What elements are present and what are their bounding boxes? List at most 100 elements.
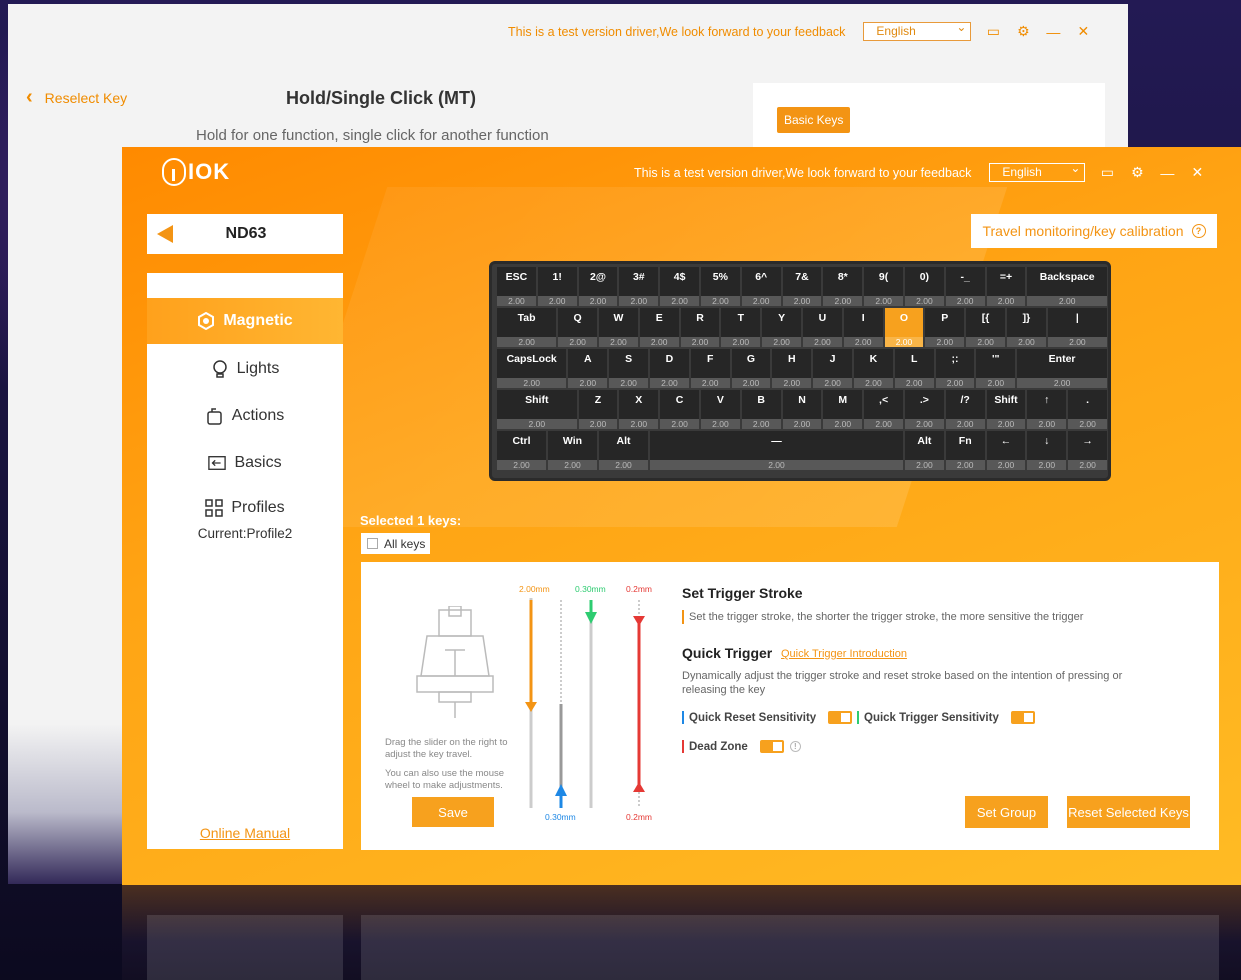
key-1-2[interactable]: W 2.00 <box>599 308 638 347</box>
basic-keys-button[interactable]: Basic Keys <box>777 107 851 133</box>
blue-slider-handle[interactable] <box>555 784 567 796</box>
key-0-1[interactable]: 1! 2.00 <box>537 267 577 306</box>
sidebar-item-basics[interactable]: Basics <box>147 440 343 486</box>
key-0-9[interactable]: 9(2.00 <box>864 267 903 306</box>
quick-reset-toggle[interactable] <box>828 711 853 724</box>
sidebar-item-profiles[interactable]: Profiles <box>147 485 343 531</box>
key-2-1[interactable]: A 2.00 <box>568 349 608 388</box>
key-1-11[interactable]: [{2.00 <box>966 308 1005 347</box>
key-3-11[interactable]: Shift 2.00 <box>986 390 1026 429</box>
key-0-11[interactable]: -_ 2.00 <box>945 267 985 306</box>
dead-zone-toggle[interactable] <box>759 740 784 753</box>
save-button[interactable]: Save <box>412 797 494 827</box>
key-2-6[interactable]: H 2.00 <box>772 349 812 388</box>
key-1-3[interactable]: E 2.00 <box>639 308 679 347</box>
key-1-4[interactable]: R 2.00 <box>680 308 720 347</box>
key-2-5[interactable]: G 2.00 <box>731 349 771 388</box>
key-4-1[interactable]: Win 2.00 <box>548 431 597 470</box>
key-1-6[interactable]: Y 2.00 <box>762 308 801 347</box>
key-2-7[interactable]: J 2.00 <box>813 349 852 388</box>
key-0-4[interactable]: 4$ 2.00 <box>660 267 699 306</box>
reselect-key-button[interactable]: ‹ Reselect Key <box>26 86 127 109</box>
green-slider-handle[interactable] <box>585 612 597 624</box>
sidebar-item-magnetic[interactable]: Magnetic <box>147 298 343 344</box>
close-icon[interactable]: ✕ <box>1075 23 1091 40</box>
key-3-5[interactable]: B 2.00 <box>741 390 781 429</box>
minimize-icon[interactable]: — <box>1045 24 1061 40</box>
key-4-8[interactable]: → 2.00 <box>1068 431 1107 470</box>
quick-trigger-intro-link[interactable]: Quick Trigger Introduction <box>781 648 907 660</box>
settings-icon[interactable]: ⚙ <box>1015 23 1031 40</box>
quick-trigger-toggle[interactable] <box>1010 711 1035 724</box>
travel-calibration-button[interactable]: Travel monitoring/key calibration ? <box>971 214 1217 248</box>
key-0-13[interactable]: Backspace 2.00 <box>1027 267 1107 306</box>
key-3-8[interactable]: ,< 2.00 <box>864 390 903 429</box>
key-0-5[interactable]: 5% 2.00 <box>701 267 740 306</box>
travel-sliders[interactable] <box>511 594 651 812</box>
close-icon[interactable]: ✕ <box>1189 164 1205 181</box>
settings-icon[interactable]: ⚙ <box>1129 164 1145 181</box>
sidebar-item-actions[interactable]: Actions <box>147 393 343 439</box>
key-3-0[interactable]: Shift 2.00 <box>497 390 577 429</box>
key-1-5[interactable]: T 2.00 <box>721 308 761 347</box>
back-language-select[interactable]: English <box>863 20 972 41</box>
device-selector[interactable]: ND63 <box>147 214 343 254</box>
key-4-2[interactable]: Alt 2.00 <box>599 431 648 470</box>
key-1-13[interactable]: | 2.00 <box>1047 308 1107 347</box>
key-2-4[interactable]: F 2.00 <box>690 349 730 388</box>
key-2-11[interactable]: '" 2.00 <box>976 349 1016 388</box>
key-0-3[interactable]: 3# 2.00 <box>619 267 659 306</box>
key-0-7[interactable]: 7& 2.00 <box>782 267 822 306</box>
key-3-12[interactable]: ↑ 2.00 <box>1027 390 1067 429</box>
red-slider-bottom-handle[interactable] <box>633 782 645 792</box>
sidebar-item-lights[interactable]: Lights <box>147 346 343 392</box>
key-1-1[interactable]: Q 2.00 <box>558 308 597 347</box>
key-2-0[interactable]: CapsLock 2.00 <box>497 349 567 388</box>
all-keys-checkbox[interactable]: All keys <box>361 533 430 554</box>
key-0-12[interactable]: =+ 2.00 <box>986 267 1026 306</box>
key-2-10[interactable]: ;: 2.00 <box>935 349 975 388</box>
key-1-9[interactable]: O 2.00 <box>884 308 924 347</box>
set-group-button[interactable]: Set Group <box>965 796 1048 828</box>
key-3-7[interactable]: M 2.00 <box>823 390 863 429</box>
key-2-9[interactable]: L 2.00 <box>894 349 934 388</box>
main-language-select[interactable]: English <box>989 161 1086 182</box>
key-0-8[interactable]: 8* 2.00 <box>823 267 863 306</box>
key-1-7[interactable]: U 2.00 <box>803 308 842 347</box>
feedback-icon[interactable]: ▭ <box>1099 164 1115 181</box>
key-3-3[interactable]: C 2.00 <box>660 390 699 429</box>
reset-selected-keys-button[interactable]: Reset Selected Keys <box>1067 796 1190 828</box>
key-3-13[interactable]: . 2.00 <box>1068 390 1107 429</box>
key-2-2[interactable]: S 2.00 <box>609 349 648 388</box>
key-2-3[interactable]: D 2.00 <box>650 349 689 388</box>
key-3-2[interactable]: X 2.00 <box>619 390 659 429</box>
key-0-6[interactable]: 6^ 2.00 <box>741 267 781 306</box>
key-4-6[interactable]: ← 2.00 <box>986 431 1026 470</box>
info-icon[interactable]: ! <box>789 741 801 752</box>
key-4-0[interactable]: Ctrl 2.00 <box>497 431 546 470</box>
key-4-3[interactable]: — 2.00 <box>650 431 903 470</box>
key-4-5[interactable]: Fn 2.00 <box>945 431 985 470</box>
key-2-12[interactable]: Enter 2.00 <box>1017 349 1107 388</box>
key-0-0[interactable]: ESC 2.00 <box>497 267 536 306</box>
key-1-0[interactable]: Tab 2.00 <box>497 308 557 347</box>
online-manual-link[interactable]: Online Manual <box>147 825 343 841</box>
key-3-6[interactable]: N 2.00 <box>782 390 822 429</box>
key-3-10[interactable]: /? 2.00 <box>945 390 985 429</box>
key-0-10[interactable]: 0) 2.00 <box>905 267 944 306</box>
red-slider-top-handle[interactable] <box>633 616 645 626</box>
key-3-4[interactable]: V 2.00 <box>701 390 740 429</box>
key-3-9[interactable]: .> 2.00 <box>905 390 944 429</box>
back-arrow-icon[interactable] <box>157 225 173 243</box>
key-3-1[interactable]: Z 2.00 <box>578 390 618 429</box>
key-4-4[interactable]: Alt 2.00 <box>905 431 944 470</box>
key-2-8[interactable]: K 2.00 <box>854 349 893 388</box>
minimize-icon[interactable]: — <box>1159 165 1175 181</box>
key-4-7[interactable]: ↓ 2.00 <box>1027 431 1067 470</box>
key-1-10[interactable]: P 2.00 <box>925 308 965 347</box>
orange-slider-handle[interactable] <box>525 702 537 712</box>
key-1-12[interactable]: ]} 2.00 <box>1007 308 1046 347</box>
feedback-icon[interactable]: ▭ <box>985 23 1001 40</box>
key-1-8[interactable]: I 2.00 <box>843 308 883 347</box>
key-0-2[interactable]: 2@ 2.00 <box>578 267 618 306</box>
